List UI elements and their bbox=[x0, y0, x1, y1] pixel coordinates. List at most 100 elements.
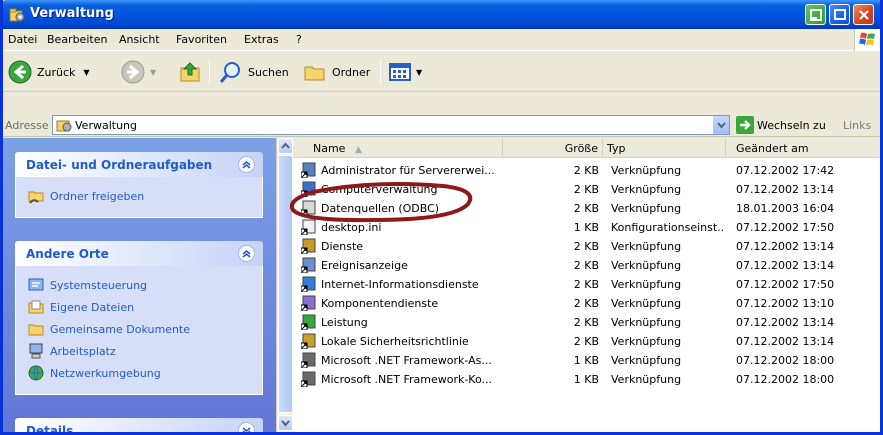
up-folder-icon bbox=[180, 62, 200, 82]
folders-button[interactable]: Ordner bbox=[302, 56, 370, 88]
control-panel-icon bbox=[28, 278, 44, 291]
cell-type: Verknüpfung bbox=[611, 183, 682, 196]
views-button[interactable]: ▼ bbox=[388, 56, 422, 88]
ini-file-icon bbox=[301, 219, 316, 235]
cell-modified: 07.12.2002 18:00 bbox=[736, 354, 835, 367]
place-control-panel[interactable]: Systemsteuerung bbox=[28, 274, 262, 296]
other-places-body: Systemsteuerung Eigene Dateien Gemeinsam… bbox=[15, 266, 263, 395]
links-label[interactable]: Links bbox=[843, 119, 871, 132]
chevron-down-icon[interactable]: ▼ bbox=[83, 68, 89, 77]
other-places-title: Andere Orte bbox=[26, 247, 109, 261]
column-name[interactable]: Name ▲ bbox=[293, 138, 503, 158]
address-value: Verwaltung bbox=[75, 119, 137, 132]
forward-button[interactable]: ▼ bbox=[120, 56, 156, 88]
column-modified-label: Geändert am bbox=[736, 142, 809, 155]
address-field[interactable]: Verwaltung bbox=[52, 115, 730, 135]
table-row[interactable]: Microsoft .NET Framework-As... 1 KB Verknü… bbox=[293, 351, 880, 370]
dotnet-wizard-icon bbox=[301, 371, 316, 387]
cell-type: Verknüpfung bbox=[611, 278, 682, 291]
menu-ansicht[interactable]: Ansicht bbox=[119, 33, 160, 46]
standard-toolbar: Zurück ▼ ▼ Suchen Ordner ▼ bbox=[3, 52, 880, 92]
table-row[interactable]: Administrator für Servererwei... 2 KB Verk… bbox=[293, 161, 880, 180]
cell-modified: 07.12.2002 17:42 bbox=[736, 164, 835, 177]
task-share-folder[interactable]: Ordner freigeben bbox=[28, 185, 262, 207]
dotnet-config-icon bbox=[301, 352, 316, 368]
search-button[interactable]: Suchen bbox=[218, 56, 289, 88]
back-button[interactable]: Zurück ▼ bbox=[7, 56, 90, 88]
file-tasks-panel: Datei- und Ordneraufgaben Ordner freigeb… bbox=[15, 152, 263, 218]
menu-favoriten[interactable]: Favoriten bbox=[176, 33, 227, 46]
place-network[interactable]: Netzwerkumgebung bbox=[28, 362, 262, 384]
scroll-up-button[interactable] bbox=[278, 138, 293, 154]
file-tasks-header[interactable]: Datei- und Ordneraufgaben bbox=[15, 152, 263, 177]
menu-datei[interactable]: Datei bbox=[8, 33, 37, 46]
close-button[interactable] bbox=[853, 4, 874, 25]
place-shared-documents[interactable]: Gemeinsame Dokumente bbox=[28, 318, 262, 340]
table-row[interactable]: Datenquellen (ODBC) 2 KB Verknüpfung 18.01.… bbox=[293, 199, 880, 218]
explorer-window: Verwaltung Datei Bearbeiten Ansicht Favo… bbox=[0, 0, 883, 435]
task-label: Ordner freigeben bbox=[50, 189, 145, 203]
maximize-button[interactable] bbox=[829, 4, 850, 25]
address-dropdown-button[interactable] bbox=[712, 116, 729, 134]
cell-size: 2 KB bbox=[573, 164, 599, 177]
details-header[interactable]: Details bbox=[15, 418, 263, 432]
menu-bearbeiten[interactable]: Bearbeiten bbox=[47, 33, 107, 46]
other-places-header[interactable]: Andere Orte bbox=[15, 241, 263, 266]
cell-size: 2 KB bbox=[573, 335, 599, 348]
table-row[interactable]: desktop.ini 1 KB Konfigurationseinst... 07.… bbox=[293, 218, 880, 237]
address-label: Adresse bbox=[5, 119, 49, 132]
go-button[interactable]: Wechseln zu bbox=[736, 116, 826, 134]
security-policy-icon bbox=[301, 333, 316, 349]
cell-modified: 07.12.2002 13:14 bbox=[736, 183, 835, 196]
table-row[interactable]: Computerverwaltung 2 KB Verknüpfung 07.12.2… bbox=[293, 180, 880, 199]
table-row[interactable]: Leistung 2 KB Verknüpfung 07.12.2002 13:14 bbox=[293, 313, 880, 332]
address-bar: Adresse Verwaltung Wechseln zu Links bbox=[3, 113, 880, 137]
place-my-documents[interactable]: Eigene Dateien bbox=[28, 296, 262, 318]
table-row[interactable]: Ereignisanzeige 2 KB Verknüpfung 07.12.2002… bbox=[293, 256, 880, 275]
expand-icon[interactable] bbox=[238, 422, 255, 432]
task-pane-scrollbar[interactable] bbox=[276, 138, 293, 432]
iis-icon bbox=[301, 276, 316, 292]
scroll-down-button[interactable] bbox=[278, 415, 293, 431]
chevron-down-icon[interactable]: ▼ bbox=[150, 68, 156, 77]
close-icon bbox=[859, 10, 869, 20]
cell-name: Leistung bbox=[321, 316, 368, 329]
place-my-computer[interactable]: Arbeitsplatz bbox=[28, 340, 262, 362]
minimize-button[interactable] bbox=[805, 4, 826, 25]
windows-logo-icon bbox=[854, 29, 880, 51]
go-label: Wechseln zu bbox=[757, 118, 826, 132]
toolbar-band bbox=[3, 92, 880, 113]
minimize-icon bbox=[810, 9, 822, 21]
maximize-icon bbox=[834, 9, 846, 20]
cell-type: Verknüpfung bbox=[611, 259, 682, 272]
admin-tools-icon bbox=[56, 120, 72, 132]
column-size[interactable]: Größe bbox=[503, 138, 603, 158]
collapse-icon[interactable] bbox=[238, 156, 255, 173]
table-row[interactable]: Microsoft .NET Framework-Ko... 1 KB Verknü… bbox=[293, 370, 880, 389]
window-title: Verwaltung bbox=[30, 6, 114, 21]
table-row[interactable]: Internet-Informationsdienste 2 KB Verknüpf… bbox=[293, 275, 880, 294]
odbc-icon bbox=[301, 200, 316, 216]
place-label: Arbeitsplatz bbox=[50, 344, 116, 358]
cell-name: Microsoft .NET Framework-As... bbox=[321, 354, 492, 367]
up-folder-button[interactable] bbox=[178, 56, 204, 88]
collapse-icon[interactable] bbox=[238, 245, 255, 262]
task-pane: Datei- und Ordneraufgaben Ordner freigeb… bbox=[3, 138, 276, 432]
cell-size: 1 KB bbox=[573, 354, 599, 367]
cell-modified: 07.12.2002 17:50 bbox=[736, 278, 835, 291]
menu-extras[interactable]: Extras bbox=[244, 33, 279, 46]
table-row[interactable]: Komponentendienste 2 KB Verknüpfung 07.12.2… bbox=[293, 294, 880, 313]
column-type[interactable]: Typ bbox=[603, 138, 726, 158]
sort-ascending-icon: ▲ bbox=[354, 145, 362, 155]
menu-help[interactable]: ? bbox=[296, 33, 302, 46]
chevron-down-icon: ▼ bbox=[416, 67, 423, 77]
table-row[interactable]: Lokale Sicherheitsrichtlinie 2 KB Verknüpf… bbox=[293, 332, 880, 351]
table-row[interactable]: Dienste 2 KB Verknüpfung 07.12.2002 13:14 bbox=[293, 237, 880, 256]
column-modified[interactable]: Geändert am bbox=[726, 138, 880, 158]
cell-size: 2 KB bbox=[573, 316, 599, 329]
views-icon bbox=[389, 63, 411, 81]
folder-icon bbox=[304, 66, 325, 81]
title-bar[interactable]: Verwaltung bbox=[3, 0, 880, 29]
back-arrow-icon bbox=[8, 60, 32, 84]
scroll-thumb[interactable] bbox=[278, 155, 293, 413]
